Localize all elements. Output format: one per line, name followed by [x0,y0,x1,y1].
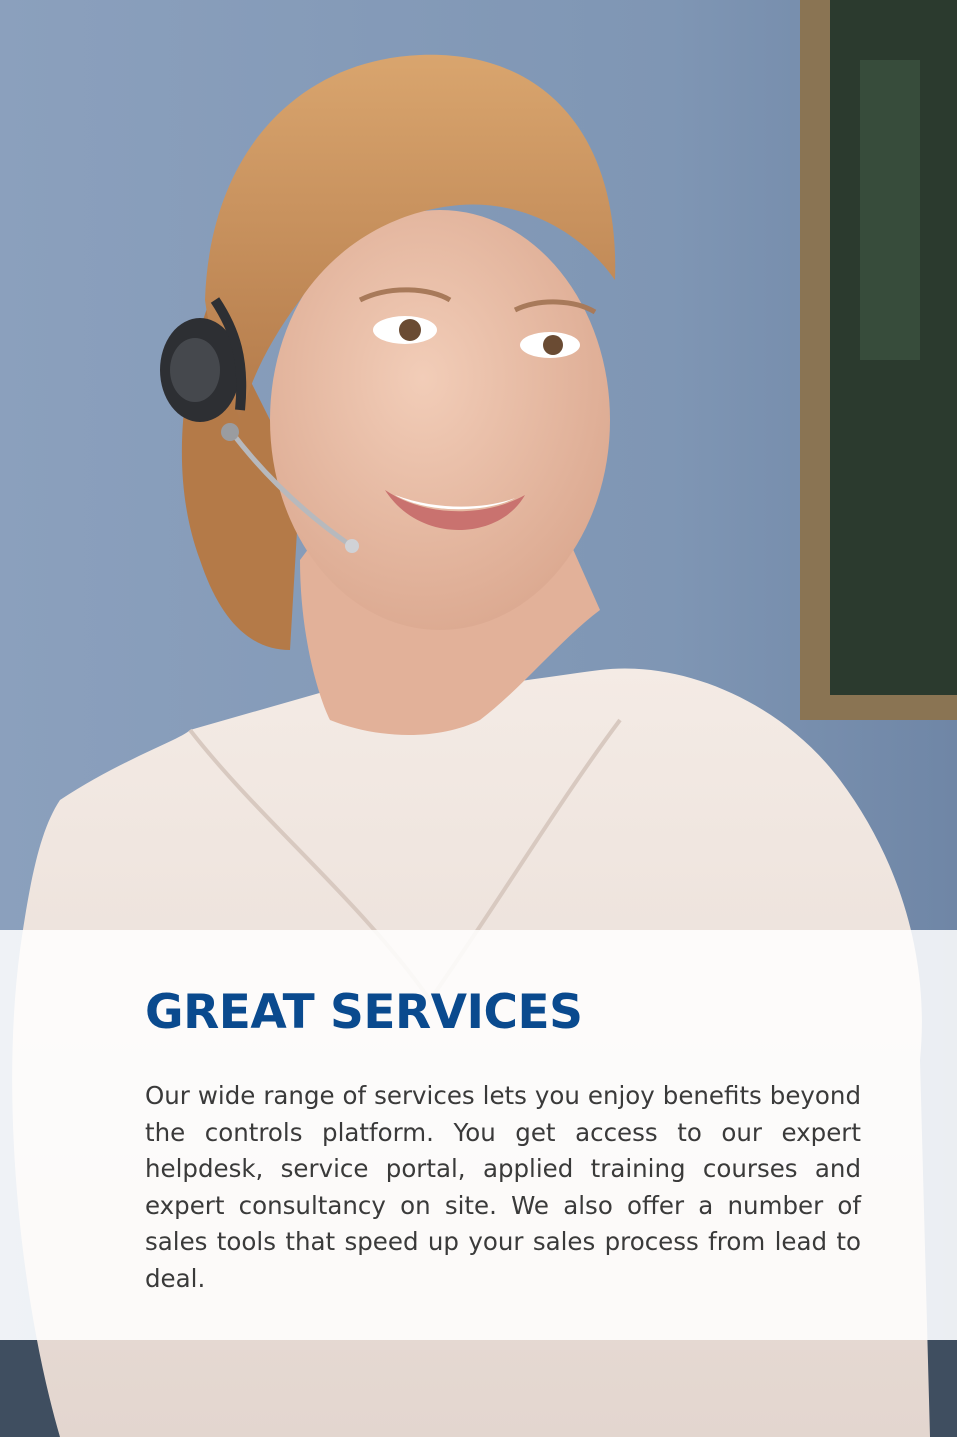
section-heading: GREAT SERVICES [145,985,583,1040]
section-body: Our wide range of services lets you enjo… [145,1081,861,1293]
